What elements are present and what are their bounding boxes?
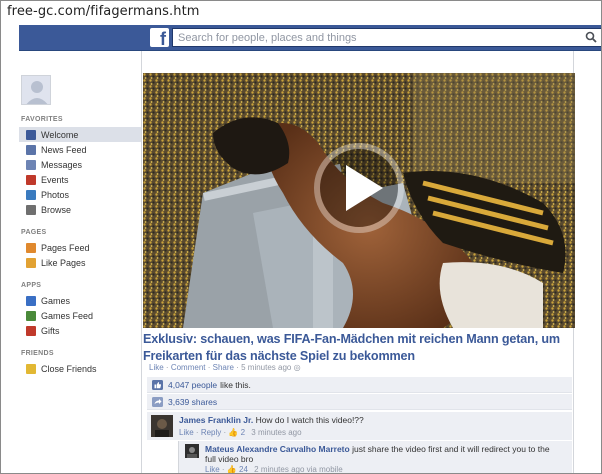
gift-icon bbox=[26, 325, 36, 336]
share-icon bbox=[152, 396, 163, 407]
search-icon[interactable] bbox=[585, 31, 597, 43]
replier-avatar[interactable] bbox=[185, 444, 199, 458]
facebook-icon bbox=[26, 129, 36, 140]
like-link[interactable]: Like bbox=[149, 363, 164, 372]
stadium-photo bbox=[143, 73, 575, 328]
likes-count-link[interactable]: 4,047 people bbox=[168, 380, 217, 390]
commenter-name[interactable]: James Franklin Jr. bbox=[179, 415, 253, 425]
likes-row: 4,047 people like this. bbox=[147, 377, 572, 393]
sidebar-item-pages-feed[interactable]: Pages Feed bbox=[19, 240, 141, 255]
globe-icon: ◎ bbox=[293, 363, 301, 372]
messages-icon bbox=[26, 159, 36, 170]
sidebar-item-games[interactable]: Games bbox=[19, 293, 141, 308]
sidebar-item-close-friends[interactable]: Close Friends bbox=[19, 361, 141, 376]
left-sidebar: FAVORITES Welcome News Feed Messages Events P… bbox=[19, 51, 141, 473]
sidebar-item-label: Games bbox=[41, 295, 71, 306]
browser-window: free-gc.com/fifagermans.htm f FAVORITES W… bbox=[0, 0, 602, 474]
games-icon bbox=[26, 295, 36, 306]
address-bar[interactable]: free-gc.com/fifagermans.htm bbox=[2, 2, 601, 24]
sidebar-item-label: Games Feed bbox=[41, 310, 94, 321]
sidebar-item-label: Messages bbox=[41, 159, 83, 170]
flag-icon bbox=[26, 242, 36, 253]
reply-like-count[interactable]: 24 bbox=[239, 465, 248, 473]
star-icon bbox=[26, 363, 36, 374]
section-heading-pages: PAGES bbox=[21, 229, 47, 236]
share-link[interactable]: Share bbox=[213, 363, 234, 372]
right-column bbox=[575, 51, 601, 473]
sidebar-item-label: Like Pages bbox=[41, 257, 86, 268]
comment-like-count[interactable]: 2 bbox=[241, 428, 245, 437]
thumbs-up-icon bbox=[152, 379, 163, 390]
post-timestamp[interactable]: 5 minutes ago bbox=[241, 363, 291, 372]
section-heading-apps: APPS bbox=[21, 282, 42, 289]
url-text[interactable]: free-gc.com/fifagermans.htm bbox=[7, 4, 200, 19]
sidebar-item-label: Events bbox=[41, 174, 69, 185]
comment-text: How do I watch this video!?? bbox=[255, 415, 364, 425]
comment-timestamp[interactable]: 3 minutes ago bbox=[251, 428, 301, 437]
calendar-icon bbox=[26, 174, 36, 185]
video-thumbnail[interactable] bbox=[143, 73, 575, 328]
reply-text-continued: full video bro bbox=[205, 454, 254, 464]
shares-row: 3,639 shares bbox=[147, 394, 572, 410]
replier-name[interactable]: Mateus Alexandre Carvalho Marreto bbox=[205, 444, 350, 454]
reply-item: Mateus Alexandre Carvalho Marreto just s… bbox=[178, 441, 572, 474]
news-feed-post: Exklusiv: schauen, was FIFA-Fan-Mädchen … bbox=[141, 51, 575, 474]
sidebar-item-label: Pages Feed bbox=[41, 242, 90, 253]
reply-like-link[interactable]: Like bbox=[205, 465, 220, 473]
games-feed-icon bbox=[26, 310, 36, 321]
sidebar-item-games-feed[interactable]: Games Feed bbox=[19, 308, 141, 323]
comment-item: James Franklin Jr. How do I watch this v… bbox=[147, 412, 572, 440]
section-heading-friends: FRIENDS bbox=[21, 350, 54, 357]
sidebar-item-label: Browse bbox=[41, 204, 72, 215]
sidebar-item-label: News Feed bbox=[41, 144, 87, 155]
likes-suffix: like this. bbox=[220, 379, 251, 390]
sidebar-item-label: Welcome bbox=[41, 129, 79, 140]
comment-like-icon: 👍 bbox=[228, 428, 239, 437]
magnifier-icon bbox=[26, 204, 36, 215]
reply-timestamp[interactable]: 2 minutes ago via mobile bbox=[254, 465, 343, 473]
sidebar-item-news-feed[interactable]: News Feed bbox=[19, 142, 141, 157]
sidebar-item-welcome[interactable]: Welcome bbox=[19, 127, 141, 142]
sidebar-item-photos[interactable]: Photos bbox=[19, 187, 141, 202]
sidebar-item-events[interactable]: Events bbox=[19, 172, 141, 187]
section-heading-favorites: FAVORITES bbox=[21, 116, 63, 123]
search-input[interactable] bbox=[173, 29, 573, 46]
avatar-silhouette-icon bbox=[22, 76, 50, 104]
reply-text: just share the video first and it will r… bbox=[352, 444, 550, 454]
reply-like-icon: 👍 bbox=[226, 465, 237, 474]
sidebar-item-label: Close Friends bbox=[41, 363, 97, 374]
comment-like-link[interactable]: Like bbox=[179, 428, 194, 437]
post-headline-link[interactable]: Exklusiv: schauen, was FIFA-Fan-Mädchen … bbox=[143, 331, 573, 365]
sidebar-item-label: Photos bbox=[41, 189, 70, 200]
facebook-logo-icon[interactable]: f bbox=[150, 28, 169, 47]
sidebar-item-label: Gifts bbox=[41, 325, 60, 336]
sidebar-item-like-pages[interactable]: Like Pages bbox=[19, 255, 141, 270]
sidebar-item-browse[interactable]: Browse bbox=[19, 202, 141, 217]
sidebar-item-gifts[interactable]: Gifts bbox=[19, 323, 141, 338]
profile-avatar[interactable] bbox=[21, 75, 51, 105]
shares-count-link[interactable]: 3,639 shares bbox=[168, 397, 217, 407]
post-actions: Like · Comment · Share · 5 minutes ago ◎ bbox=[149, 363, 301, 372]
commenter-avatar[interactable] bbox=[151, 415, 173, 437]
news-feed-icon bbox=[26, 144, 36, 155]
photos-icon bbox=[26, 189, 36, 200]
comment-link[interactable]: Comment bbox=[171, 363, 206, 372]
comment-reply-link[interactable]: Reply bbox=[201, 428, 221, 437]
facebook-top-bar: f bbox=[19, 25, 601, 51]
thumbs-up-icon bbox=[26, 257, 36, 268]
search-box[interactable] bbox=[172, 28, 601, 47]
sidebar-item-messages[interactable]: Messages bbox=[19, 157, 141, 172]
